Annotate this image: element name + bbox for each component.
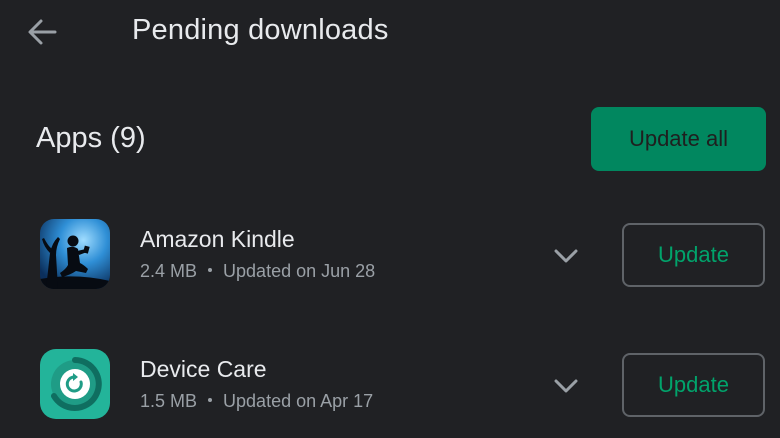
expand-details-button[interactable] — [546, 236, 586, 276]
app-size: 2.4 MB — [140, 261, 198, 281]
arrow-back-icon — [28, 19, 57, 45]
app-meta: 2.4 MB Updated on Jun 28 — [140, 261, 375, 282]
app-name: Amazon Kindle — [140, 226, 295, 252]
pending-downloads-screen: Pending downloads Apps (9) Update all Am… — [0, 0, 780, 438]
separator-dot — [208, 268, 213, 273]
app-size: 1.5 MB — [140, 391, 198, 411]
app-updated-date: Updated on Jun 28 — [223, 261, 376, 281]
app-updated-date: Updated on Apr 17 — [223, 391, 374, 411]
app-name: Device Care — [140, 356, 267, 382]
page-title: Pending downloads — [132, 14, 389, 46]
app-meta: 1.5 MB Updated on Apr 17 — [140, 391, 373, 412]
device-care-app-icon — [40, 349, 110, 419]
apps-section-title: Apps (9) — [36, 122, 146, 154]
back-button[interactable] — [20, 10, 64, 54]
app-list-item[interactable]: Device Care 1.5 MB Updated on Apr 17 Upda… — [0, 336, 780, 436]
chevron-down-icon — [554, 249, 578, 263]
expand-details-button[interactable] — [546, 366, 586, 406]
chevron-down-icon — [554, 379, 578, 393]
update-button[interactable]: Update — [622, 223, 765, 287]
update-all-button[interactable]: Update all — [591, 107, 766, 171]
kindle-app-icon — [40, 219, 110, 289]
app-list-item[interactable]: Amazon Kindle 2.4 MB Updated on Jun 28 Up… — [0, 206, 780, 306]
separator-dot — [208, 398, 213, 403]
top-app-bar: Pending downloads — [0, 0, 780, 64]
update-button[interactable]: Update — [622, 353, 765, 417]
